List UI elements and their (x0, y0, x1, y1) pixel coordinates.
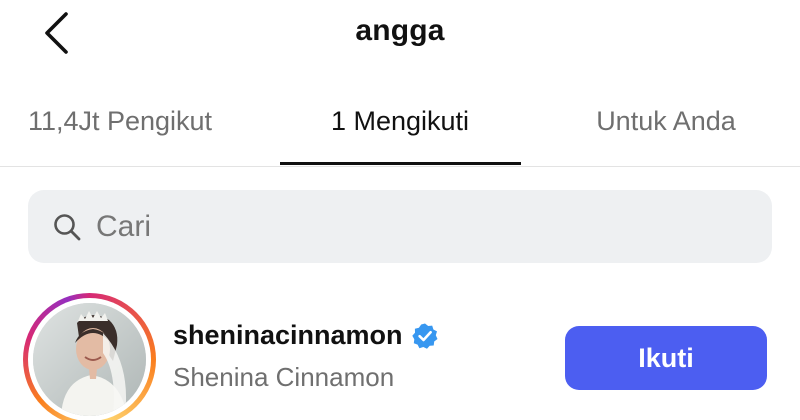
follow-button[interactable]: Ikuti (565, 326, 767, 390)
search-bar[interactable] (28, 190, 772, 263)
list-item[interactable]: sheninacinnamon Shenina Cinnamon Ikuti (0, 290, 800, 420)
tab-bar: 11,4Jt Pengikut 1 Mengikuti Untuk Anda (0, 96, 800, 167)
following-screen: angga 11,4Jt Pengikut 1 Mengikuti Untuk … (0, 0, 800, 420)
full-name: Shenina Cinnamon (173, 362, 395, 392)
avatar-story-ring[interactable] (23, 293, 156, 420)
header: angga (0, 0, 800, 70)
username-line[interactable]: sheninacinnamon (173, 320, 439, 351)
username[interactable]: sheninacinnamon (173, 320, 403, 351)
search-icon (50, 210, 84, 244)
active-tab-indicator (280, 162, 521, 165)
search-input[interactable] (94, 208, 698, 245)
page-title: angga (355, 14, 445, 47)
tab-followers[interactable]: 11,4Jt Pengikut (0, 96, 240, 166)
verified-badge-icon (411, 322, 439, 350)
tab-for-you[interactable]: Untuk Anda (546, 96, 786, 166)
tab-following[interactable]: 1 Mengikuti (280, 96, 520, 166)
avatar (33, 303, 146, 416)
